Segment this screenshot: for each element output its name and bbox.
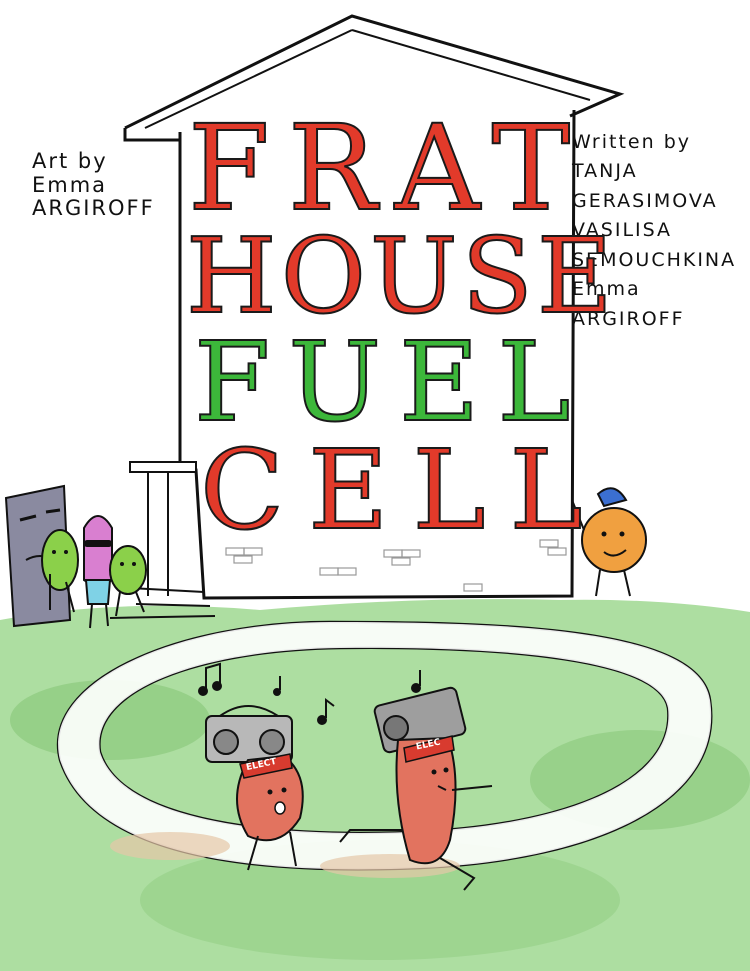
green-character-right <box>109 545 147 617</box>
title-line-frat: FRAT <box>187 99 589 237</box>
art-credit-line: Emma <box>32 172 108 197</box>
title-line-house: HOUSE <box>185 215 617 337</box>
title-line-fuel: FUEL <box>193 318 589 446</box>
writer-credit-line: Written by <box>572 131 691 153</box>
title-line-cell: CELL <box>199 426 607 554</box>
art-credit-line: ARGIROFF <box>32 196 155 221</box>
comic-cover: Art by Emma ARGIROFF Written by TANJA GE… <box>0 0 750 971</box>
art-credit-line: Art by <box>32 149 108 173</box>
writer-credit-line: GERASIMOVA <box>572 189 718 212</box>
writer-credit-line: TANJA <box>572 160 638 183</box>
art-credit: Art by Emma ARGIROFF <box>32 149 155 221</box>
